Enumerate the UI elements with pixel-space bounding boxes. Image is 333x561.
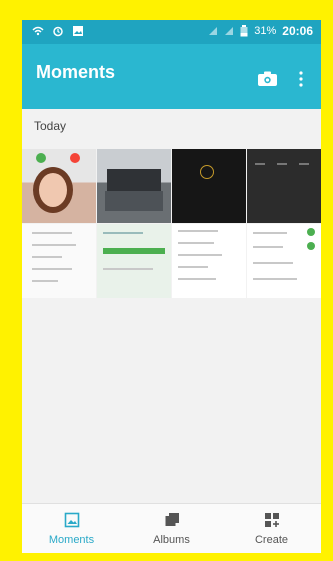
- thumb-line: [253, 232, 287, 234]
- thumb-line: [103, 232, 143, 234]
- thumb-line: [253, 262, 293, 264]
- nav-create[interactable]: Create: [222, 512, 321, 546]
- thumb-line: [32, 232, 72, 234]
- thumb-line: [32, 244, 76, 246]
- toggle-on-icon: [307, 242, 315, 250]
- photo-grid: [22, 149, 321, 298]
- portrait-face: [39, 173, 67, 207]
- thumb-line: [178, 242, 214, 244]
- thumb-line: [32, 256, 62, 258]
- battery-percent: 31%: [254, 25, 277, 37]
- sim1-icon: [209, 27, 218, 35]
- photo-thumbnail[interactable]: [172, 224, 246, 298]
- thumb-line: [255, 163, 265, 165]
- thumb-line: [178, 278, 216, 280]
- red-dot-icon: [70, 153, 80, 163]
- clock: 20:06: [282, 24, 313, 38]
- green-dot-icon: [36, 153, 46, 163]
- thumb-line: [299, 163, 309, 165]
- thumb-line: [178, 254, 222, 256]
- more-options-icon[interactable]: [298, 71, 304, 87]
- sim2-icon: [225, 27, 234, 35]
- ring-icon: [200, 165, 214, 179]
- app-bar: Moments: [22, 44, 321, 109]
- gallery-icon: [73, 26, 83, 36]
- nav-moments-label: Moments: [48, 534, 95, 546]
- photo-thumbnail[interactable]: [247, 224, 321, 298]
- thumb-line: [178, 266, 208, 268]
- laptop-keyboard: [105, 191, 163, 211]
- photo-thumbnail[interactable]: [22, 224, 96, 298]
- phone-screen: 31% 20:06 Moments Today Moments Albums C…: [22, 20, 321, 553]
- status-bar: 31% 20:06: [22, 20, 321, 44]
- photo-thumbnail[interactable]: [172, 149, 246, 223]
- thumb-line: [277, 163, 287, 165]
- nav-moments[interactable]: Moments: [22, 512, 121, 546]
- battery-icon: [240, 25, 248, 37]
- wifi-icon: [32, 26, 44, 36]
- moments-content: Today: [22, 109, 321, 503]
- section-title: Today: [34, 119, 67, 133]
- create-icon: [264, 513, 279, 527]
- alarm-icon: [53, 26, 63, 37]
- thumb-line: [178, 230, 218, 232]
- toggle-on-icon: [307, 228, 315, 236]
- photo-thumbnail[interactable]: [97, 149, 171, 223]
- thumb-line: [103, 268, 153, 270]
- thumb-line: [253, 278, 297, 280]
- image-icon: [64, 512, 79, 528]
- status-left: [32, 25, 84, 37]
- thumb-line: [103, 248, 165, 254]
- camera-icon[interactable]: [258, 71, 277, 86]
- photo-thumbnail[interactable]: [22, 149, 96, 223]
- nav-create-label: Create: [254, 534, 289, 546]
- bottom-navigation: Moments Albums Create: [22, 503, 321, 553]
- photo-thumbnail[interactable]: [97, 224, 171, 298]
- status-right: 31% 20:06: [208, 24, 313, 38]
- thumb-line: [32, 268, 72, 270]
- photo-thumbnail[interactable]: [247, 149, 321, 223]
- thumb-line: [253, 246, 283, 248]
- thumb-line: [32, 280, 58, 282]
- albums-icon: [165, 513, 179, 526]
- page-title: Moments: [36, 62, 116, 82]
- nav-albums[interactable]: Albums: [122, 512, 221, 546]
- nav-albums-label: Albums: [153, 534, 190, 546]
